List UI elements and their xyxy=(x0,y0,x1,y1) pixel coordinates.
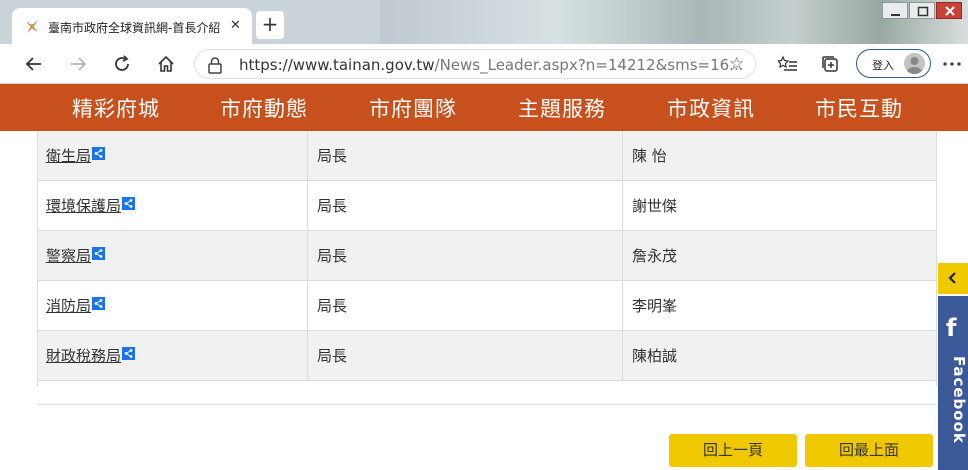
refresh-icon[interactable] xyxy=(108,50,136,78)
favorites-list-icon[interactable] xyxy=(774,50,802,78)
department-cell: 環境保護局 xyxy=(46,181,306,231)
title-cell: 局長 xyxy=(317,247,348,265)
external-link-icon xyxy=(122,347,136,360)
tainan-logo-icon xyxy=(26,20,38,33)
facebook-label: Facebook xyxy=(950,356,968,444)
title-cell: 局長 xyxy=(317,297,348,315)
home-icon[interactable] xyxy=(152,50,180,78)
external-link-icon xyxy=(92,297,106,310)
table-row: 警察局 局長 詹永茂 xyxy=(37,231,937,281)
department-cell: 警察局 xyxy=(46,231,306,281)
table-row: 財政稅務局 局長 陳柏誠 xyxy=(37,331,937,381)
browser-tab[interactable]: 臺南市政府全球資訊網-首長介紹 ✕ xyxy=(12,8,252,44)
signin-button[interactable]: 登入 xyxy=(856,49,931,78)
new-tab-button[interactable]: + xyxy=(256,11,284,39)
collections-icon[interactable] xyxy=(816,50,844,78)
more-menu-icon[interactable] xyxy=(938,50,966,78)
site-main-menu: 精彩府城 市府動態 市府團隊 主題服務 市政資訊 市民互動 xyxy=(0,84,968,131)
department-cell: 消防局 xyxy=(46,281,306,331)
menu-item-scenic-city[interactable]: 精彩府城 xyxy=(72,93,160,123)
back-to-top-button[interactable]: 回最上面 xyxy=(805,434,933,467)
department-link[interactable]: 消防局 xyxy=(46,297,91,315)
url-path: /News_Leader.aspx?n=14212&sms=16... xyxy=(434,56,744,74)
table-row: 環境保護局 局長 謝世傑 xyxy=(37,181,937,231)
tab-title: 臺南市政府全球資訊網-首長介紹 xyxy=(48,21,221,35)
avatar xyxy=(904,53,925,74)
name-cell: 陳柏誠 xyxy=(632,347,678,365)
name-cell: 陳 怡 xyxy=(632,147,667,165)
department-cell: 衛生局 xyxy=(46,131,306,181)
facebook-share-button[interactable]: f Facebook xyxy=(938,296,968,470)
window-controls xyxy=(882,2,964,20)
menu-item-citizen-interaction[interactable]: 市民互動 xyxy=(815,93,903,123)
signin-label: 登入 xyxy=(872,59,894,72)
url-host: https://www.tainan.gov.tw xyxy=(239,56,435,74)
lock-icon xyxy=(208,57,222,74)
back-page-button[interactable]: 回上一頁 xyxy=(669,434,797,467)
department-link[interactable]: 環境保護局 xyxy=(46,197,121,215)
menu-item-services[interactable]: 主題服務 xyxy=(518,93,606,123)
external-link-icon xyxy=(92,147,106,160)
side-collapse-button[interactable] xyxy=(938,263,968,294)
external-link-icon xyxy=(92,247,106,260)
table-row: 衛生局 局長 陳 怡 xyxy=(37,131,937,181)
favorite-star-icon[interactable]: ☆ xyxy=(729,54,744,74)
minimize-icon[interactable] xyxy=(882,2,908,19)
department-link[interactable]: 財政稅務局 xyxy=(46,347,121,365)
external-link-icon xyxy=(122,197,136,210)
title-cell: 局長 xyxy=(317,197,348,215)
facebook-icon: f xyxy=(946,314,957,342)
name-cell: 李明峯 xyxy=(632,297,678,315)
chevron-left-icon xyxy=(948,272,956,284)
menu-item-city-news[interactable]: 市府動態 xyxy=(220,93,308,123)
address-bar[interactable]: https://www.tainan.gov.tw/News_Leader.as… xyxy=(194,49,756,79)
department-cell: 財政稅務局 xyxy=(46,331,306,381)
menu-item-city-info[interactable]: 市政資訊 xyxy=(667,93,755,123)
close-tab-icon[interactable]: ✕ xyxy=(230,18,241,33)
forward-arrow-icon[interactable] xyxy=(64,50,92,78)
title-cell: 局長 xyxy=(317,147,348,165)
leaders-table: 衛生局 局長 陳 怡 環境保護局 局長 謝世傑 警察局 局長 詹永茂 消防局 局… xyxy=(37,131,937,386)
title-cell: 局長 xyxy=(317,347,348,365)
menu-item-city-team[interactable]: 市府團隊 xyxy=(369,93,457,123)
back-arrow-icon[interactable] xyxy=(20,50,48,78)
browser-toolbar: https://www.tainan.gov.tw/News_Leader.as… xyxy=(0,44,968,84)
department-link[interactable]: 警察局 xyxy=(46,247,91,265)
table-row: 消防局 局長 李明峯 xyxy=(37,281,937,331)
close-window-icon[interactable] xyxy=(936,2,962,19)
browser-tab-strip: 臺南市政府全球資訊網-首長介紹 ✕ + xyxy=(0,0,968,44)
name-cell: 謝世傑 xyxy=(632,197,678,215)
window-background xyxy=(380,0,968,44)
divider xyxy=(37,404,937,405)
name-cell: 詹永茂 xyxy=(632,247,678,265)
maximize-icon[interactable] xyxy=(909,2,935,19)
url-text: https://www.tainan.gov.tw/News_Leader.as… xyxy=(239,56,743,74)
department-link[interactable]: 衛生局 xyxy=(46,147,91,165)
